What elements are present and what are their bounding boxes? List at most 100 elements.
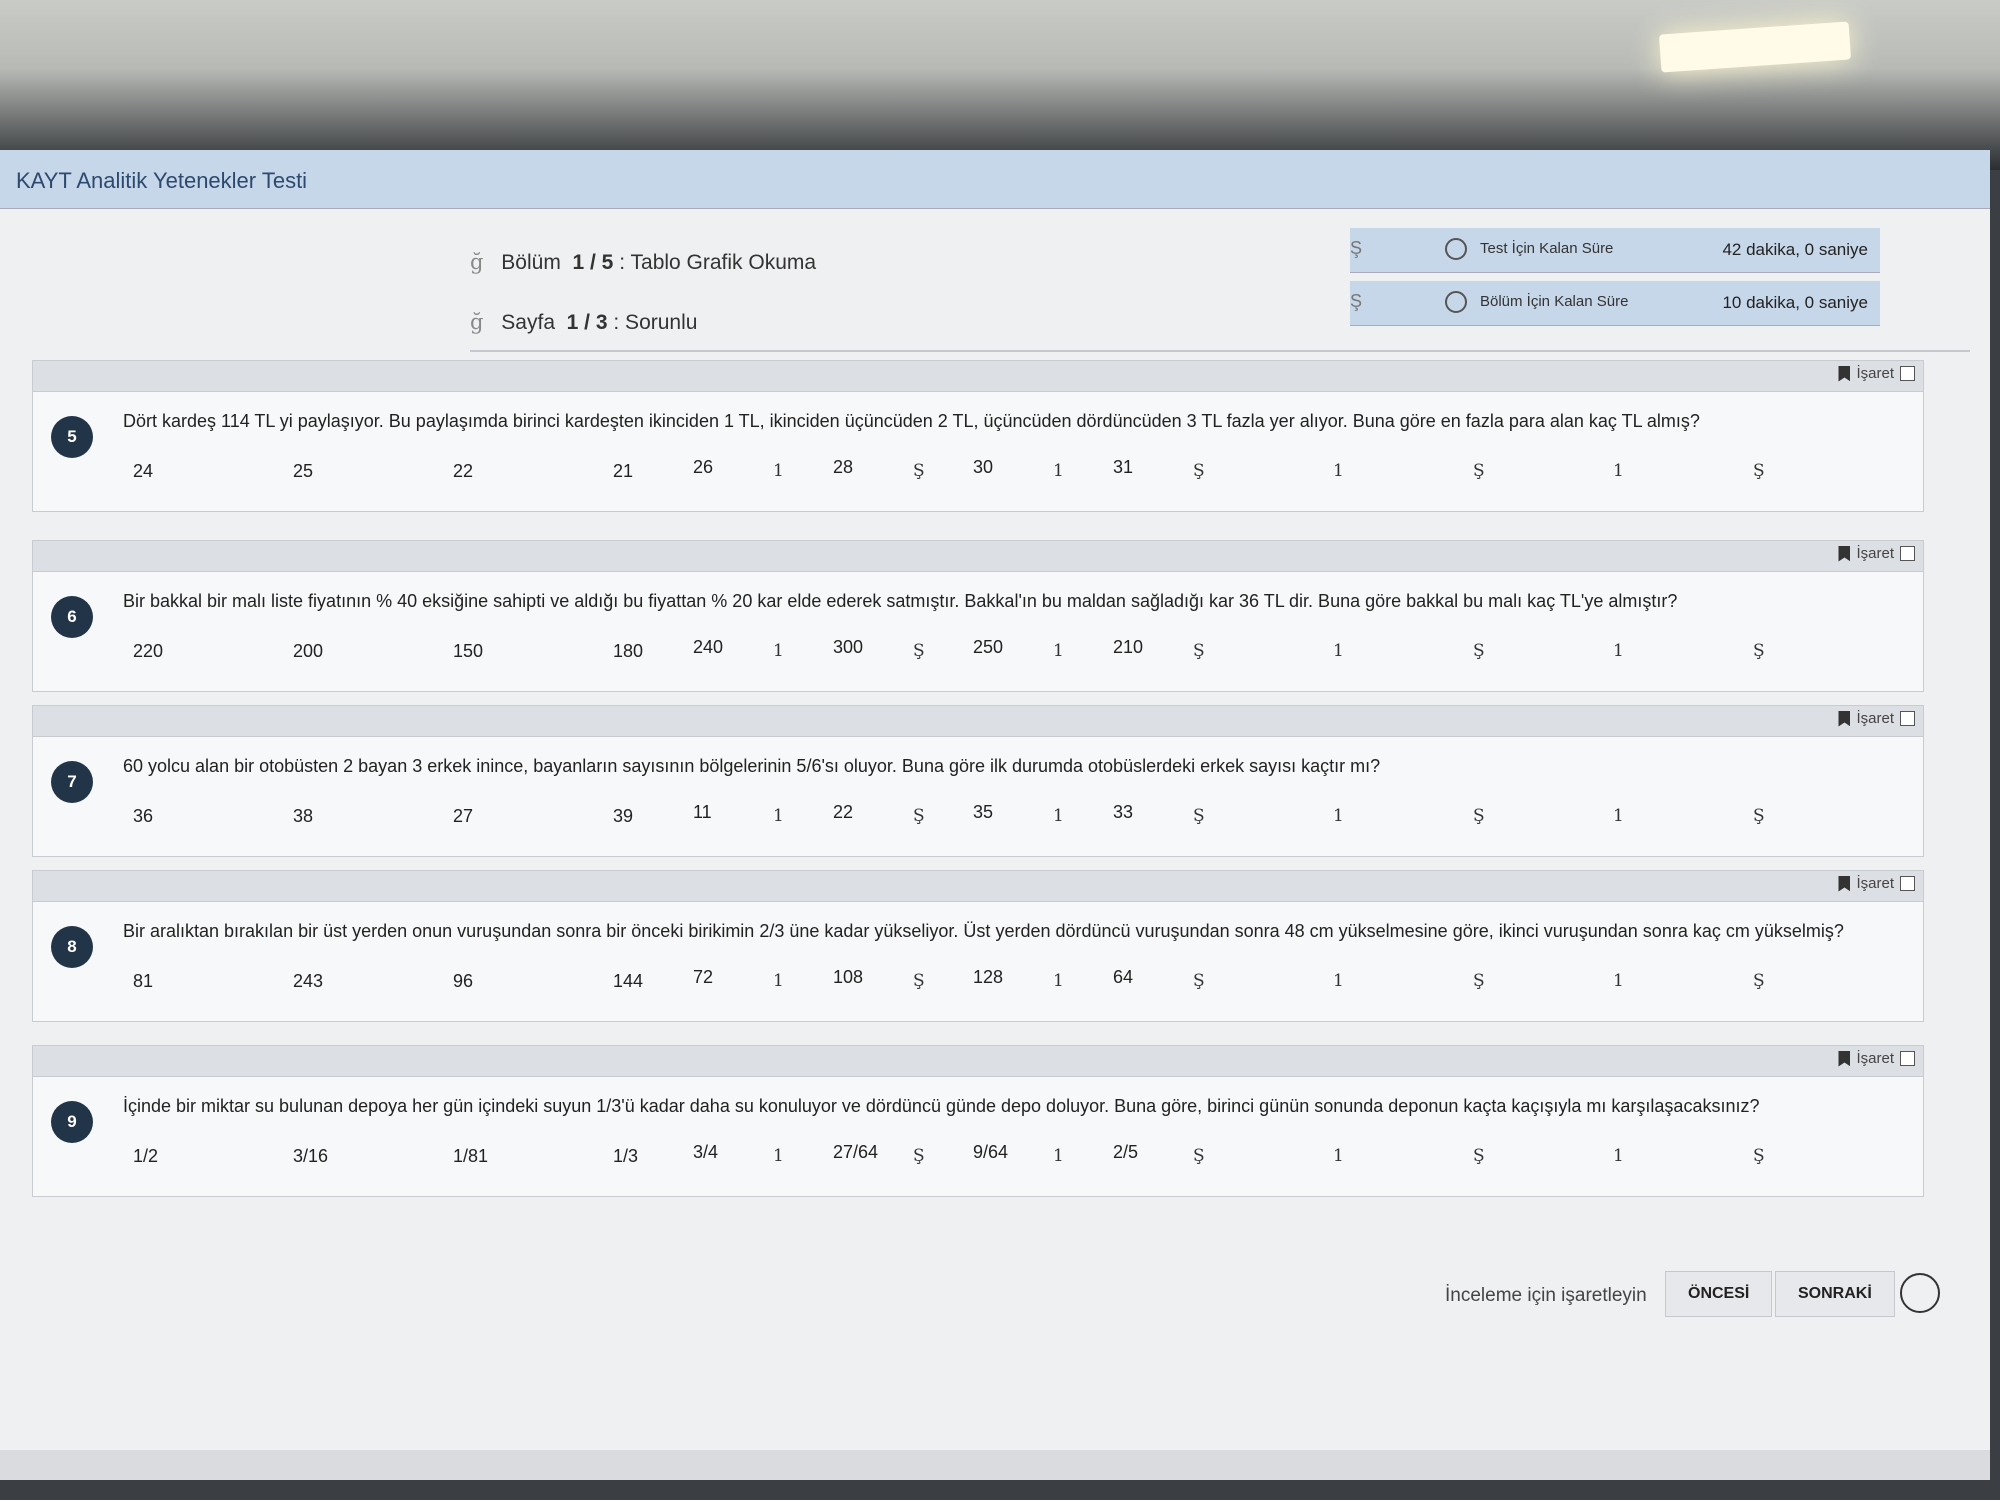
next-button[interactable]: SONRAKİ <box>1775 1271 1895 1317</box>
question-card: İşaret 8 Bir aralıktan bırakılan bir üst y… <box>32 870 1924 1022</box>
question-number: 8 <box>51 926 93 968</box>
stray-glyph: Ş <box>1193 971 1205 991</box>
mark-checkbox[interactable] <box>1900 366 1915 381</box>
stray-glyph: Ş <box>913 971 925 991</box>
answer-choice[interactable]: 27/64 <box>833 1142 878 1163</box>
background-photo <box>0 0 2000 170</box>
stray-glyph: Ş <box>1473 641 1485 661</box>
mark-checkbox[interactable] <box>1900 1051 1915 1066</box>
stray-glyph: Ş <box>1193 806 1205 826</box>
answer-choice[interactable]: 30 <box>973 457 993 478</box>
answer-choice[interactable]: 210 <box>1113 637 1143 658</box>
footer: İnceleme için işaretleyin ÖNCESİ SONRAKİ <box>1430 1265 1970 1325</box>
answer-choice[interactable]: 22 <box>453 461 473 482</box>
answer-choice[interactable]: 1/2 <box>133 1146 158 1167</box>
answer-choice[interactable]: 24 <box>133 461 153 482</box>
section-timer: Ş Bölüm İçin Kalan Süre 10 dakika, 0 san… <box>1350 281 1880 326</box>
answer-choice[interactable]: 36 <box>133 806 153 827</box>
test-timer: Ş Test İçin Kalan Süre 42 dakika, 0 sani… <box>1350 228 1880 273</box>
answer-choice[interactable]: 28 <box>833 457 853 478</box>
question-header: İşaret <box>33 1046 1923 1077</box>
stray-glyph: Ş <box>1753 1146 1765 1166</box>
mark-checkbox[interactable] <box>1900 711 1915 726</box>
mark-toggle[interactable]: İşaret <box>1838 875 1915 892</box>
answer-choice[interactable]: 11 <box>693 802 712 823</box>
question-number: 7 <box>51 761 93 803</box>
question-header: İşaret <box>33 871 1923 902</box>
progress-circle-icon[interactable] <box>1900 1273 1940 1313</box>
answer-choice[interactable]: 9/64 <box>973 1142 1008 1163</box>
bookmark-icon <box>1838 1050 1851 1067</box>
stray-glyph: Ş <box>913 461 925 481</box>
stray-glyph: 1 <box>1613 806 1624 826</box>
answer-choice[interactable]: 243 <box>293 971 323 992</box>
status-bar <box>0 1450 1990 1480</box>
stray-glyph: 1 <box>1613 1146 1624 1166</box>
answer-choice[interactable]: 72 <box>693 967 713 988</box>
mark-toggle[interactable]: İşaret <box>1838 545 1915 562</box>
stray-glyph: Ş <box>1473 806 1485 826</box>
answer-choice[interactable]: 1/81 <box>453 1146 488 1167</box>
answer-choice[interactable]: 64 <box>1113 967 1133 988</box>
stray-glyph: 1 <box>1333 971 1344 991</box>
stray-glyph: Ş <box>913 1146 925 1166</box>
stray-glyph: 1 <box>1053 971 1064 991</box>
question-number: 9 <box>51 1101 93 1143</box>
answer-choice[interactable]: 3/4 <box>693 1142 718 1163</box>
question-number: 5 <box>51 416 93 458</box>
question-text: 60 yolcu alan bir otobüsten 2 bayan 3 er… <box>123 756 1381 776</box>
answer-choice[interactable]: 21 <box>613 461 633 482</box>
answer-choice[interactable]: 200 <box>293 641 323 662</box>
answer-choice[interactable]: 300 <box>833 637 863 658</box>
mark-checkbox[interactable] <box>1900 876 1915 891</box>
stray-glyph: 1 <box>1053 806 1064 826</box>
answer-choice[interactable]: 96 <box>453 971 473 992</box>
mark-toggle[interactable]: İşaret <box>1838 365 1915 382</box>
answer-choice[interactable]: 144 <box>613 971 643 992</box>
page-info: ğ Sayfa 1 / 3 : Sorunlu <box>470 310 698 334</box>
stray-glyph: Ş <box>1753 461 1765 481</box>
answer-choice[interactable]: 25 <box>293 461 313 482</box>
answer-choice[interactable]: 26 <box>693 457 713 478</box>
answer-choice[interactable]: 3/16 <box>293 1146 328 1167</box>
header-divider <box>470 350 1970 352</box>
stray-glyph: Ş <box>1753 806 1765 826</box>
question-card: İşaret 5 Dört kardeş 114 TL yi paylaşıyor.… <box>32 360 1924 512</box>
question-number: 6 <box>51 596 93 638</box>
stray-glyph: Ş <box>913 641 925 661</box>
answer-choice[interactable]: 220 <box>133 641 163 662</box>
answer-choice[interactable]: 128 <box>973 967 1003 988</box>
answer-choice[interactable]: 27 <box>453 806 473 827</box>
answer-choice[interactable]: 22 <box>833 802 853 823</box>
bookmark-icon <box>1838 545 1851 562</box>
answer-choice[interactable]: 31 <box>1113 457 1133 478</box>
stray-glyph: Ş <box>1193 461 1205 481</box>
clock-icon <box>1445 291 1467 313</box>
question-text: Bir aralıktan bırakılan bir üst yerden o… <box>123 921 1844 941</box>
answer-choice[interactable]: 38 <box>293 806 313 827</box>
answer-choice[interactable]: 108 <box>833 967 863 988</box>
mark-toggle[interactable]: İşaret <box>1838 710 1915 727</box>
answer-choice[interactable]: 150 <box>453 641 483 662</box>
question-header: İşaret <box>33 361 1923 392</box>
answer-choice[interactable]: 39 <box>613 806 633 827</box>
mark-toggle[interactable]: İşaret <box>1838 1050 1915 1067</box>
stray-glyph: Ş <box>1473 1146 1485 1166</box>
review-label[interactable]: İnceleme için işaretleyin <box>1445 1285 1647 1307</box>
mark-checkbox[interactable] <box>1900 546 1915 561</box>
answer-choice[interactable]: 1/3 <box>613 1146 638 1167</box>
stray-glyph: 1 <box>1613 461 1624 481</box>
question-header: İşaret <box>33 706 1923 737</box>
answer-choice[interactable]: 2/5 <box>1113 1142 1138 1163</box>
answer-choice[interactable]: 240 <box>693 637 723 658</box>
answer-choice[interactable]: 81 <box>133 971 153 992</box>
bookmark-icon <box>1838 710 1851 727</box>
question-header: İşaret <box>33 541 1923 572</box>
answer-choice[interactable]: 180 <box>613 641 643 662</box>
answer-choice[interactable]: 250 <box>973 637 1003 658</box>
answer-choice[interactable]: 35 <box>973 802 993 823</box>
title-bar: KAYT Analitik Yetenekler Testi <box>0 150 1990 209</box>
answer-choice[interactable]: 33 <box>1113 802 1133 823</box>
previous-button[interactable]: ÖNCESİ <box>1665 1271 1773 1317</box>
stray-glyph: 1 <box>1053 641 1064 661</box>
